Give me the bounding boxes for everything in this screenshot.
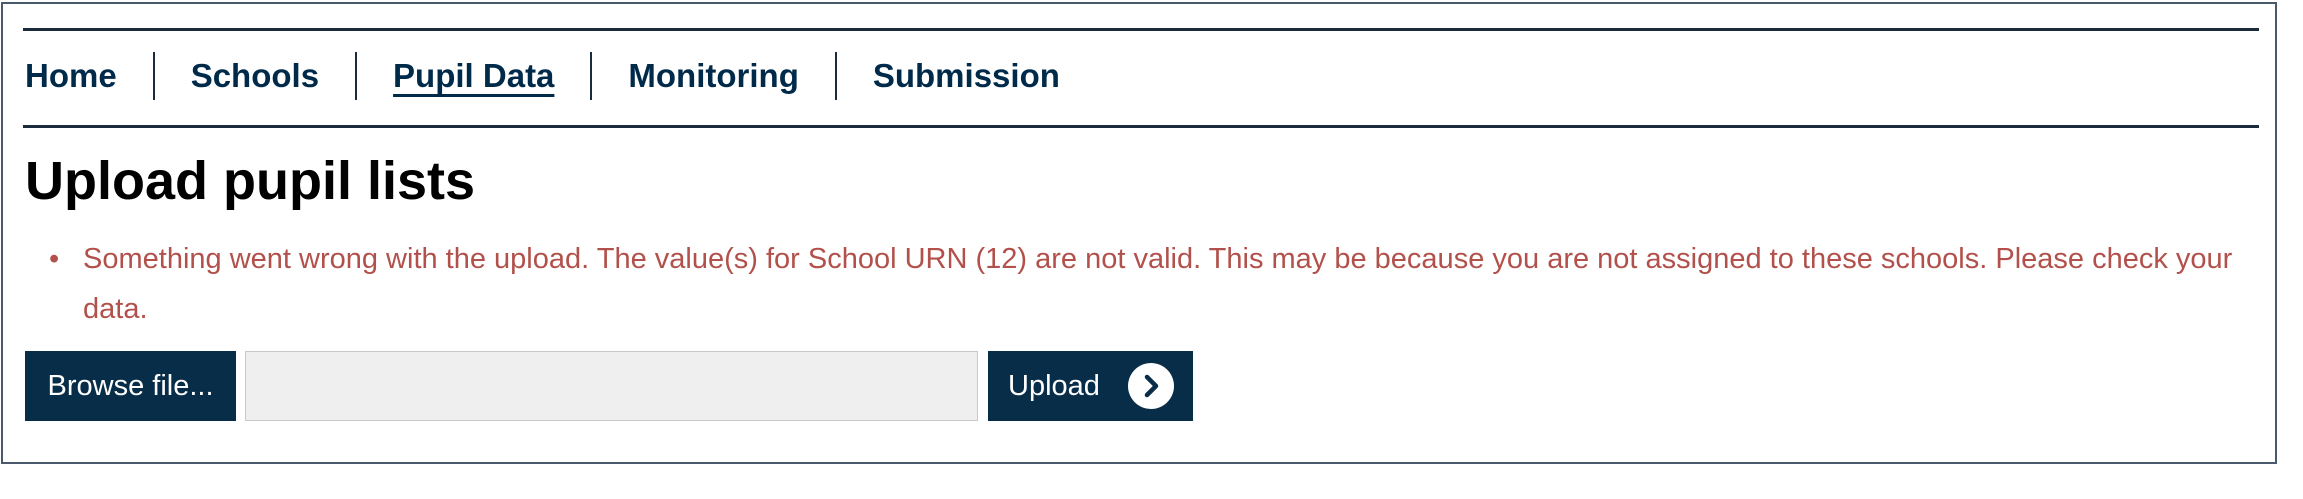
nav-item-monitoring[interactable]: Monitoring	[628, 57, 798, 95]
error-summary: • Something went wrong with the upload. …	[49, 234, 2269, 334]
browse-file-button[interactable]: Browse file...	[25, 351, 236, 421]
nav-item-schools[interactable]: Schools	[191, 57, 319, 95]
nav-divider	[590, 52, 593, 100]
main-nav: Home Schools Pupil Data Monitoring Submi…	[25, 48, 1060, 104]
nav-item-pupil-data[interactable]: Pupil Data	[393, 57, 554, 95]
error-message: • Something went wrong with the upload. …	[49, 234, 2269, 334]
nav-top-rule	[23, 28, 2259, 31]
page-frame: Home Schools Pupil Data Monitoring Submi…	[1, 2, 2277, 464]
nav-item-submission[interactable]: Submission	[873, 57, 1060, 95]
nav-bottom-rule	[23, 125, 2259, 128]
error-bullet: •	[49, 243, 60, 275]
nav-divider	[152, 52, 155, 100]
nav-divider	[834, 52, 837, 100]
upload-form: Browse file... Upload	[25, 351, 1193, 421]
nav-divider	[355, 52, 358, 100]
chevron-right-circle-icon	[1127, 363, 1174, 409]
nav-item-home[interactable]: Home	[25, 57, 117, 95]
selected-file-field[interactable]	[245, 351, 978, 421]
upload-button-label: Upload	[1008, 369, 1100, 402]
error-text: Something went wrong with the upload. Th…	[83, 243, 2233, 325]
upload-button[interactable]: Upload	[988, 351, 1193, 421]
page-title: Upload pupil lists	[25, 151, 476, 211]
